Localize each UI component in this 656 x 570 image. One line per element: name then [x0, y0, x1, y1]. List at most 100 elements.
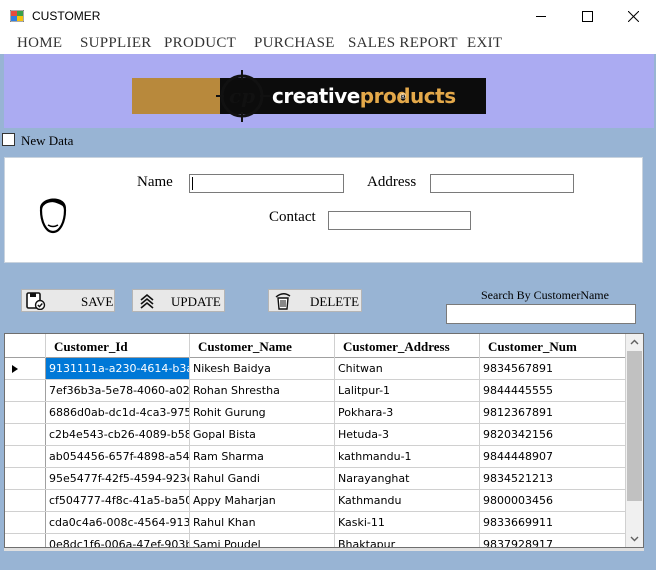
table-cell[interactable]: Rohit Gurung — [190, 402, 335, 424]
save-icon — [26, 292, 46, 310]
table-cell[interactable]: Rahul Gandi — [190, 468, 335, 490]
header-customer-name[interactable]: Customer_Name — [190, 334, 335, 358]
table-cell[interactable]: 9844445555 — [480, 380, 626, 402]
menu-bar: HOME SUPPLIER PRODUCT PURCHASE SALES REP… — [0, 32, 656, 54]
close-button[interactable] — [610, 0, 656, 32]
table-row[interactable]: ab054456-657f-4898-a54c...Ram Sharmakath… — [5, 446, 626, 468]
logo-registered-mark: ® — [400, 92, 406, 101]
update-icon — [140, 293, 154, 309]
save-label: SAVE — [81, 294, 114, 309]
menu-item-exit[interactable]: EXIT — [467, 35, 502, 52]
table-cell[interactable]: 9833669911 — [480, 512, 626, 534]
table-cell[interactable]: cda0c4a6-008c-4564-913... — [46, 512, 190, 534]
table-cell[interactable]: 9812367891 — [480, 402, 626, 424]
table-row[interactable]: cf504777-4f8c-41a5-ba50-...Appy Maharjan… — [5, 490, 626, 512]
main-panel: cp creativeproducts ® New Data Name Addr… — [0, 54, 656, 570]
table-row[interactable]: cda0c4a6-008c-4564-913... Rahul Khan Kaski… — [5, 512, 626, 534]
table-cell[interactable]: Kaski-11 — [335, 512, 480, 534]
minimize-button[interactable] — [518, 0, 564, 32]
horizontal-scrollbar[interactable] — [4, 548, 644, 551]
menu-item-purchase[interactable]: PURCHASE — [254, 35, 335, 52]
vertical-scrollbar[interactable] — [626, 334, 643, 547]
row-header[interactable] — [5, 512, 46, 534]
table-cell[interactable]: Hetuda-3 — [335, 424, 480, 446]
table-cell[interactable]: 9834567891 — [480, 358, 626, 380]
menu-item-product[interactable]: PRODUCT — [164, 35, 236, 52]
scroll-down-icon[interactable] — [626, 530, 643, 547]
table-cell[interactable]: 0e8dc1f6-006a-47ef-903b-... — [46, 534, 190, 547]
contact-label: Contact — [269, 209, 316, 225]
table-cell[interactable]: 95e5477f-42f5-4594-923e-... — [46, 468, 190, 490]
name-input[interactable] — [189, 174, 344, 193]
row-header[interactable] — [5, 402, 46, 424]
table-cell[interactable]: 7ef36b3a-5e78-4060-a021... — [46, 380, 190, 402]
company-logo: cp creativeproducts ® — [132, 70, 486, 122]
scroll-thumb[interactable] — [627, 351, 642, 501]
row-header[interactable] — [5, 380, 46, 402]
table-row[interactable]: 95e5477f-42f5-4594-923e-...Rahul GandiNa… — [5, 468, 626, 490]
table-cell[interactable]: 6886d0ab-dc1d-4ca3-975... — [46, 402, 190, 424]
table-cell[interactable]: Gopal Bista — [190, 424, 335, 446]
table-cell[interactable]: Sami Poudel — [190, 534, 335, 547]
table-cell[interactable]: ab054456-657f-4898-a54c... — [46, 446, 190, 468]
customer-grid[interactable]: Customer_Id Customer_Name Customer_Addre… — [4, 333, 644, 548]
table-row[interactable]: 0e8dc1f6-006a-47ef-903b-...Sami PoudelBh… — [5, 534, 626, 547]
table-cell[interactable]: 9800003456 — [480, 490, 626, 512]
app-icon — [10, 10, 24, 22]
table-cell[interactable]: 9837928917 — [480, 534, 626, 547]
table-cell[interactable]: Bhaktapur — [335, 534, 480, 547]
scroll-up-icon[interactable] — [626, 334, 643, 351]
header-customer-id[interactable]: Customer_Id — [46, 334, 190, 358]
header-customer-num[interactable]: Customer_Num — [480, 334, 626, 358]
menu-item-home[interactable]: HOME — [17, 35, 62, 52]
row-header[interactable] — [5, 446, 46, 468]
table-cell[interactable]: Rahul Khan — [190, 512, 335, 534]
new-data-checkbox[interactable] — [2, 133, 15, 146]
table-cell[interactable]: 9844448907 — [480, 446, 626, 468]
row-header[interactable] — [5, 358, 46, 380]
avatar-icon — [39, 198, 67, 234]
address-input[interactable] — [430, 174, 574, 193]
table-cell[interactable]: Kathmandu — [335, 490, 480, 512]
search-input[interactable] — [446, 304, 636, 324]
table-row[interactable]: c2b4e543-cb26-4089-b58... Gopal Bista Hetu… — [5, 424, 626, 446]
table-row[interactable]: 9131111a-a230-4614-b3a... Nikesh Baidya Ch… — [5, 358, 626, 380]
window-title: CUSTOMER — [32, 9, 101, 23]
table-cell[interactable]: kathmandu-1 — [335, 446, 480, 468]
contact-input[interactable] — [328, 211, 471, 230]
table-cell[interactable]: Ram Sharma — [190, 446, 335, 468]
table-cell[interactable]: Rohan Shrestha — [190, 380, 335, 402]
row-header[interactable] — [5, 490, 46, 512]
logo-text-products: products — [359, 84, 456, 108]
trash-icon — [275, 293, 291, 310]
logo-gold-block — [132, 78, 220, 114]
row-header[interactable] — [5, 534, 46, 547]
menu-item-supplier[interactable]: SUPPLIER — [80, 35, 152, 52]
delete-button[interactable]: DELETE — [268, 289, 362, 312]
table-cell[interactable]: 9834521213 — [480, 468, 626, 490]
maximize-button[interactable] — [564, 0, 610, 32]
row-header[interactable] — [5, 468, 46, 490]
close-icon — [628, 11, 639, 22]
table-cell[interactable]: Narayanghat — [335, 468, 480, 490]
header-customer-address[interactable]: Customer_Address — [335, 334, 480, 358]
save-button[interactable]: SAVE — [21, 289, 115, 312]
table-cell[interactable]: c2b4e543-cb26-4089-b58... — [46, 424, 190, 446]
table-cell[interactable]: 9131111a-a230-4614-b3a... — [46, 358, 190, 380]
table-cell[interactable]: cf504777-4f8c-41a5-ba50-... — [46, 490, 190, 512]
update-button[interactable]: UPDATE — [132, 289, 225, 312]
table-cell[interactable]: Lalitpur-1 — [335, 380, 480, 402]
table-cell[interactable]: Pokhara-3 — [335, 402, 480, 424]
table-row[interactable]: 7ef36b3a-5e78-4060-a021...Rohan Shrestha… — [5, 380, 626, 402]
grid-header: Customer_Id Customer_Name Customer_Addre… — [5, 334, 643, 358]
current-row-arrow-icon — [12, 365, 18, 373]
table-cell[interactable]: Nikesh Baidya — [190, 358, 335, 380]
table-cell[interactable]: 9820342156 — [480, 424, 626, 446]
table-cell[interactable]: Chitwan — [335, 358, 480, 380]
row-header[interactable] — [5, 424, 46, 446]
table-cell[interactable]: Appy Maharjan — [190, 490, 335, 512]
table-row[interactable]: 6886d0ab-dc1d-4ca3-975... Rohit Gurung Pok… — [5, 402, 626, 424]
logo-text: creativeproducts — [272, 84, 456, 108]
menu-item-sales-report[interactable]: SALES REPORT — [348, 35, 458, 52]
logo-text-creative: creative — [272, 84, 360, 108]
